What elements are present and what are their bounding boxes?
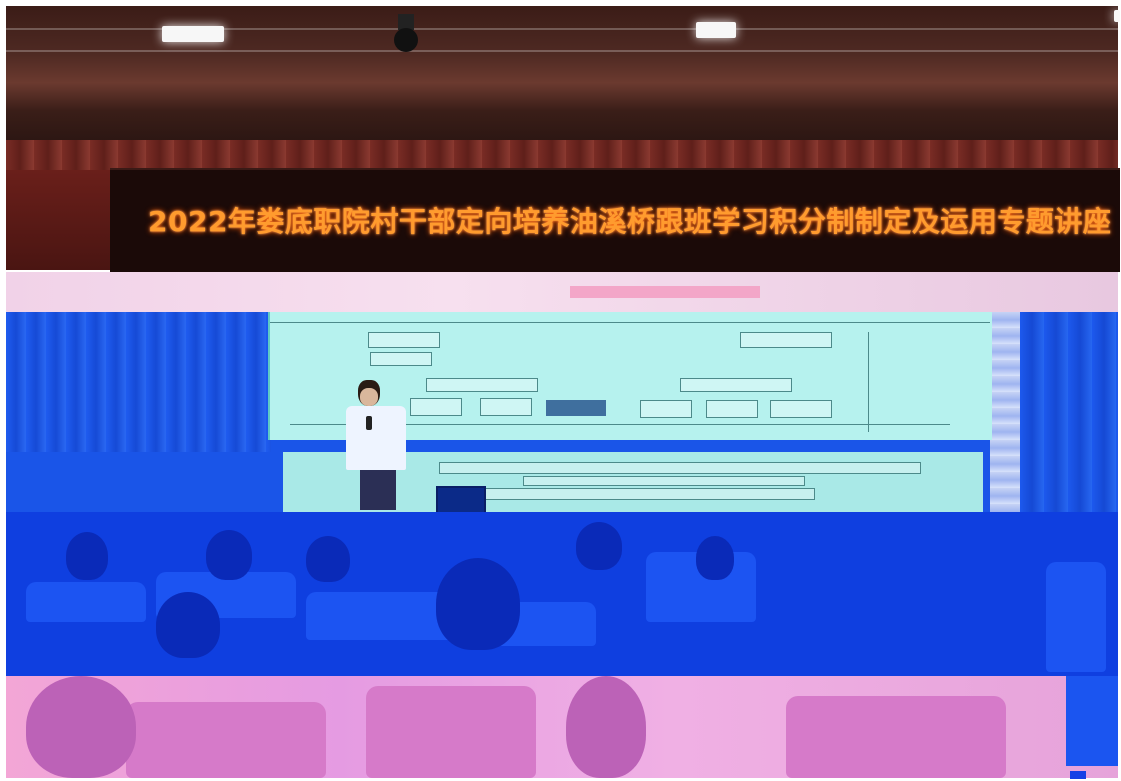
audience-head: [576, 522, 622, 570]
audience-head: [696, 536, 734, 580]
audience-head: [66, 532, 108, 580]
audience-head: [206, 530, 252, 580]
left-curtain-top: [6, 170, 110, 270]
banner-title: 2022年娄底职院村干部定向培养油溪桥跟班学习积分制制定及运用专题讲座: [148, 205, 1112, 238]
ceiling: [6, 6, 1120, 146]
ceiling-beam: [6, 50, 1118, 52]
ceiling-light-icon: [696, 22, 736, 38]
audience-area: [6, 512, 1118, 676]
decorative-pillar: [990, 312, 1020, 512]
foreground-seat-edge: [1066, 676, 1118, 766]
led-banner: 2022年娄底职院村干部定向培养油溪桥跟班学习积分制制定及运用专题讲座: [110, 168, 1120, 272]
flowchart-box: [483, 488, 815, 500]
foreground-seats: [6, 676, 1118, 778]
lecture-hall-photo: 2022年娄底职院村干部定向培养油溪桥跟班学习积分制制定及运用专题讲座: [0, 0, 1121, 781]
right-stage-curtain: [1020, 312, 1118, 512]
flowchart-box: [770, 400, 832, 418]
audience-head: [566, 676, 646, 778]
ceiling-light-icon: [1114, 10, 1120, 22]
flowchart-box-highlight: [546, 400, 606, 416]
flowchart-box: [370, 352, 432, 366]
flowchart-box: [426, 378, 538, 392]
stage-wall-band: [6, 272, 1118, 312]
audience-head: [26, 676, 136, 778]
flowchart-box: [680, 378, 792, 392]
flowchart-box: [706, 400, 758, 418]
ceiling-light-icon: [162, 26, 224, 42]
flowchart-box: [439, 462, 921, 474]
stage-wall-strip: [570, 286, 760, 298]
microphone-icon: [366, 416, 372, 430]
flowchart-box: [523, 476, 805, 486]
left-stage-curtain: [6, 312, 271, 452]
audience-head: [156, 592, 220, 658]
corner-mark: [1070, 771, 1086, 779]
security-camera-icon: [392, 14, 420, 54]
speaker-person: [342, 380, 422, 510]
audience-head: [306, 536, 350, 582]
stage-valance-curtain: [6, 140, 1118, 170]
flowchart-box: [740, 332, 832, 348]
flowchart-box: [480, 398, 532, 416]
flowchart-box: [640, 400, 692, 418]
flowchart-box: [368, 332, 440, 348]
audience-head: [436, 558, 520, 650]
